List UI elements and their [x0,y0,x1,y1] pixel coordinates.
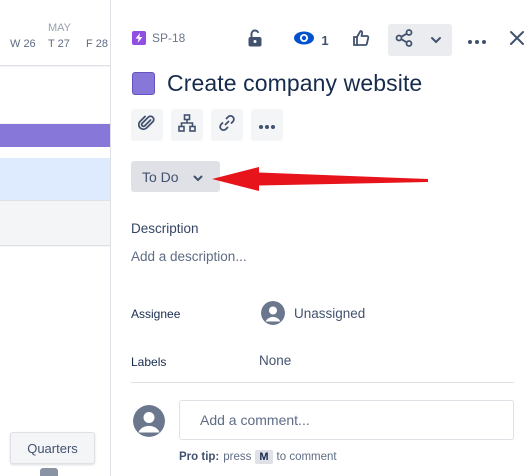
timeline-day-label: F 28 [86,38,109,50]
avatar [261,301,285,325]
timeline-month-label: MAY [48,22,72,34]
more-icon [259,116,275,134]
attach-button[interactable] [131,109,163,141]
pro-tip-prefix: Pro tip: [179,451,220,463]
description-heading: Description [131,221,199,236]
quarters-button[interactable]: Quarters [10,432,95,464]
status-label: To Do [142,168,179,185]
hierarchy-icon [178,113,196,137]
timeline-day-label: W 26 [10,38,36,50]
restrictions-button[interactable] [239,24,271,56]
issue-key-link[interactable]: SP-18 [132,31,185,45]
timeline-header: MAY W 26 T 27 F 28 [0,0,110,66]
issue-title-row: Create company website [132,70,422,97]
link-icon [218,114,236,137]
assignee-label: Assignee [131,307,181,321]
timeline-row [0,67,110,123]
annotation-arrow-icon [212,167,428,191]
share-icon [395,28,413,52]
labels-label: Labels [131,355,167,369]
like-button[interactable] [345,24,377,56]
chevron-down-icon [430,31,442,49]
epic-timeline-bar[interactable] [0,124,110,147]
more-actions-button[interactable] [461,24,493,56]
timeline-panel: MAY W 26 T 27 F 28 Quarters [0,0,110,476]
paperclip-icon [137,114,156,137]
assignee-picker[interactable]: Unassigned [261,301,365,325]
epic-lightning-icon [132,31,146,45]
timeline-day-label: T 27 [48,38,70,50]
labels-value[interactable]: None [259,353,291,368]
issue-title[interactable]: Create company website [167,70,422,97]
thumbs-up-icon [352,29,370,52]
timeline-row [0,200,110,246]
eye-icon [293,30,315,51]
watch-button[interactable]: 1 [287,24,335,56]
issue-toolbar [131,109,283,141]
issue-detail-panel: SP-18 1 Create company website To Do Des… [110,0,531,476]
selected-timeline-row[interactable] [0,158,110,200]
pro-tip-press: press [223,451,252,463]
share-button[interactable] [388,24,420,56]
comment-pro-tip: Pro tip: press M to comment [179,450,337,464]
close-icon [509,30,525,51]
issue-key-text: SP-18 [152,31,186,45]
add-child-issue-button[interactable] [171,109,203,141]
keyboard-shortcut-key: M [255,450,273,464]
watch-count: 1 [321,32,329,48]
avatar [133,405,165,437]
share-button-group [388,24,452,56]
more-icon [468,31,486,49]
unlock-icon [247,28,263,52]
pro-tip-suffix: to comment [276,451,337,463]
share-options-button[interactable] [420,24,452,56]
close-button[interactable] [501,24,531,56]
link-issue-button[interactable] [211,109,243,141]
chevron-down-icon [193,169,203,185]
description-placeholder[interactable]: Add a description... [131,249,247,264]
epic-color-swatch[interactable] [132,72,155,95]
more-toolbar-button[interactable] [251,109,283,141]
comment-input[interactable] [179,400,514,440]
assignee-value: Unassigned [294,305,366,321]
scroll-handle[interactable] [40,468,58,476]
divider [131,382,514,383]
